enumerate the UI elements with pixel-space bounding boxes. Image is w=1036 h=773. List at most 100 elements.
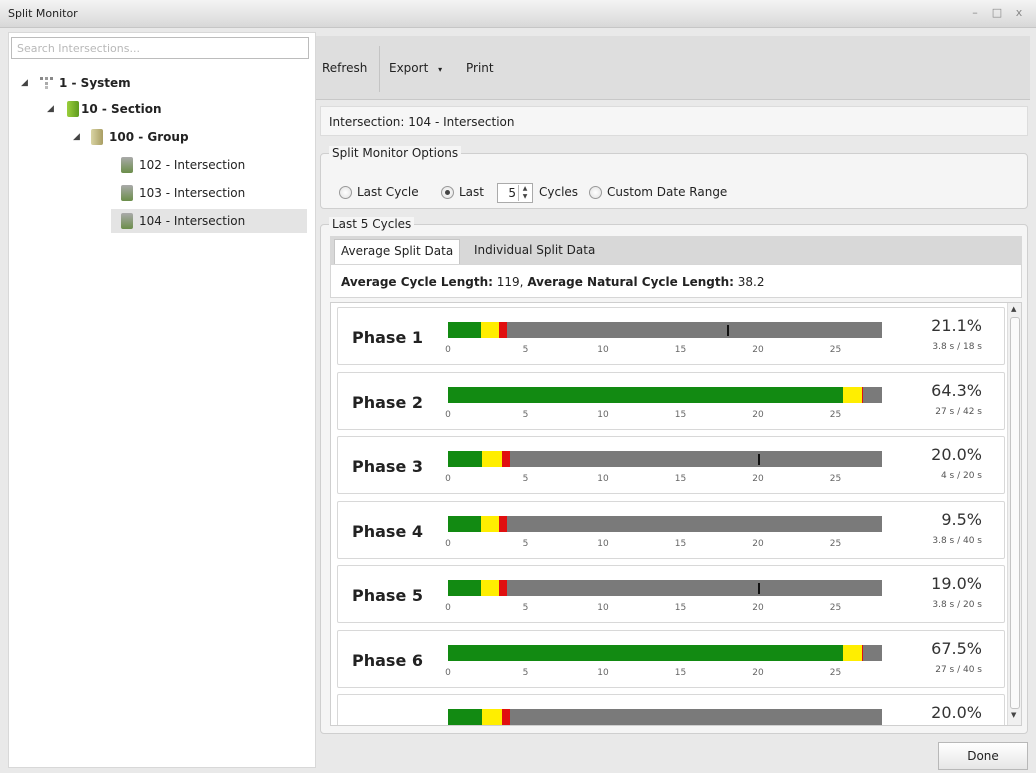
last-cycle-radio[interactable]: [339, 186, 352, 199]
natural-cycle-value: 38.2: [737, 275, 765, 289]
cycles-stepper[interactable]: 5 ▲ ▼: [497, 183, 533, 203]
phase-row: Phase 1 0 5 10 15 20 25 21.1% 3.8 s / 18 s: [337, 307, 1005, 365]
axis-tick-label: 0: [445, 538, 451, 549]
axis-tick-label: 25: [829, 603, 842, 613]
red-segment: [502, 451, 510, 467]
yellow-segment: [482, 451, 503, 467]
maximize-button[interactable]: □: [990, 6, 1004, 20]
minimize-button[interactable]: –: [968, 6, 982, 20]
axis-tick-label: 20: [752, 345, 764, 355]
axis-tick-label: 10: [597, 667, 609, 678]
avg-cycle-label: Average Cycle Length:: [341, 275, 493, 289]
tree-node-system[interactable]: ◢ 1 - System: [9, 71, 309, 95]
axis-tick-label: 25: [829, 667, 842, 678]
red-segment: [499, 580, 507, 596]
tree-label: 1 - System: [59, 76, 131, 90]
green-segment: [448, 515, 481, 532]
tab-average-split-data[interactable]: Average Split Data: [334, 239, 461, 264]
tree-node-group[interactable]: ◢ 100 - Group: [9, 125, 309, 149]
axis-tick-label: 5: [522, 603, 529, 613]
summary-text: Average Cycle Length: 119, Average Natur…: [341, 275, 765, 289]
cycle-summary: Average Cycle Length: 119, Average Natur…: [330, 264, 1022, 298]
split-monitor-pane: Refresh Export ▾ Print Intersection: 104…: [316, 36, 1030, 736]
natural-cycle-marker: [727, 325, 729, 336]
phase-percent: 20.0%: [931, 703, 982, 722]
close-button[interactable]: x: [1012, 6, 1026, 20]
yellow-segment: [482, 709, 503, 725]
split-bar: [448, 386, 882, 403]
tree-label: 10 - Section: [81, 102, 162, 116]
axis-tick-label: 15: [674, 409, 687, 420]
phase-percent: 19.0%: [931, 574, 982, 593]
red-segment: [861, 644, 864, 661]
intersection-label: Intersection: 104 - Intersection: [329, 115, 515, 129]
axis-tick-label: 10: [597, 603, 609, 613]
custom-date-range-label: Custom Date Range: [607, 185, 728, 199]
search-input[interactable]: [11, 37, 309, 59]
last-label: Last: [459, 185, 484, 199]
tree-node-intersection-104[interactable]: 104 - Intersection: [111, 209, 307, 233]
split-bar: [448, 515, 882, 532]
axis-tick-label: 15: [674, 345, 687, 355]
tree-node-intersection-103[interactable]: 103 - Intersection: [111, 181, 307, 205]
tree-label: 100 - Group: [109, 130, 189, 144]
yellow-segment: [480, 515, 500, 532]
phase-percent: 9.5%: [941, 509, 982, 529]
phase-list[interactable]: Phase 1 0 5 10 15 20 25 21.1% 3.8 s / 18 s Phase …: [330, 302, 1022, 726]
collapse-arrow-icon[interactable]: ◢: [21, 71, 31, 95]
natural-cycle-marker: [758, 454, 760, 465]
split-monitor-options-group: Split Monitor Options Last Cycle Last 5 …: [320, 146, 1028, 209]
phase-name: Phase 3: [352, 457, 423, 476]
red-segment: [499, 322, 507, 338]
cycles-value: 5: [508, 186, 516, 200]
intersection-icon: [121, 185, 133, 201]
collapse-arrow-icon[interactable]: ◢: [73, 125, 83, 149]
group-icon: [91, 129, 103, 145]
title-bar: Split Monitor – □ x: [0, 0, 1036, 28]
natural-cycle-marker: [758, 583, 760, 594]
phase-name: Phase 5: [352, 586, 423, 605]
stepper-arrows-icon[interactable]: ▲ ▼: [518, 185, 531, 201]
green-segment: [448, 580, 481, 596]
phase-row: Phase 5 0 5 10 15 20 25 19.0% 3.8 s / 20 s: [337, 565, 1005, 623]
yellow-segment: [480, 580, 500, 596]
vertical-scrollbar[interactable]: ▲ ▼: [1007, 303, 1021, 725]
tab-individual-split-data[interactable]: Individual Split Data: [468, 239, 601, 264]
system-icon: [40, 77, 53, 89]
last-n-cycles-radio[interactable]: [441, 186, 454, 199]
scroll-thumb[interactable]: [1010, 317, 1020, 709]
phase-row: 051015202520.0%: [337, 694, 1005, 725]
avg-cycle-value: 119: [496, 275, 520, 289]
collapse-arrow-icon[interactable]: ◢: [47, 97, 57, 121]
intersection-header: Intersection: 104 - Intersection: [320, 106, 1028, 136]
axis-tick-label: 15: [674, 538, 687, 549]
tree-node-intersection-102[interactable]: 102 - Intersection: [111, 153, 307, 177]
natural-cycle-label: Average Natural Cycle Length:: [527, 275, 734, 289]
axis-tick-label: 0: [445, 667, 451, 678]
axis-tick-label: 20: [752, 474, 764, 484]
axis-tick-label: 15: [674, 474, 687, 484]
split-bar: [448, 644, 882, 661]
axis-tick-label: 5: [522, 667, 529, 678]
split-bar: [448, 451, 882, 467]
done-button[interactable]: Done: [938, 742, 1028, 770]
phase-duration: 27 s / 42 s: [935, 406, 982, 417]
window-title: Split Monitor: [8, 7, 78, 20]
print-button[interactable]: Print: [466, 61, 494, 75]
scroll-up-icon[interactable]: ▲: [1011, 305, 1016, 313]
phase-duration: 27 s / 40 s: [935, 664, 982, 675]
export-label: Export: [389, 61, 429, 75]
custom-date-range-radio[interactable]: [589, 186, 602, 199]
scroll-down-icon[interactable]: ▼: [1011, 711, 1016, 719]
phase-name: Phase 2: [352, 392, 423, 412]
red-segment: [499, 515, 507, 532]
split-bar: [448, 580, 882, 596]
phase-percent: 64.3%: [931, 380, 982, 400]
phase-duration: 3.8 s / 18 s: [932, 342, 982, 352]
export-button[interactable]: Export ▾: [389, 61, 442, 75]
tree-node-section[interactable]: ◢ 10 - Section: [9, 97, 309, 121]
red-segment: [861, 386, 864, 403]
refresh-button[interactable]: Refresh: [322, 61, 367, 75]
tree-label: 104 - Intersection: [139, 214, 246, 228]
cycles-label: Cycles: [539, 185, 579, 199]
